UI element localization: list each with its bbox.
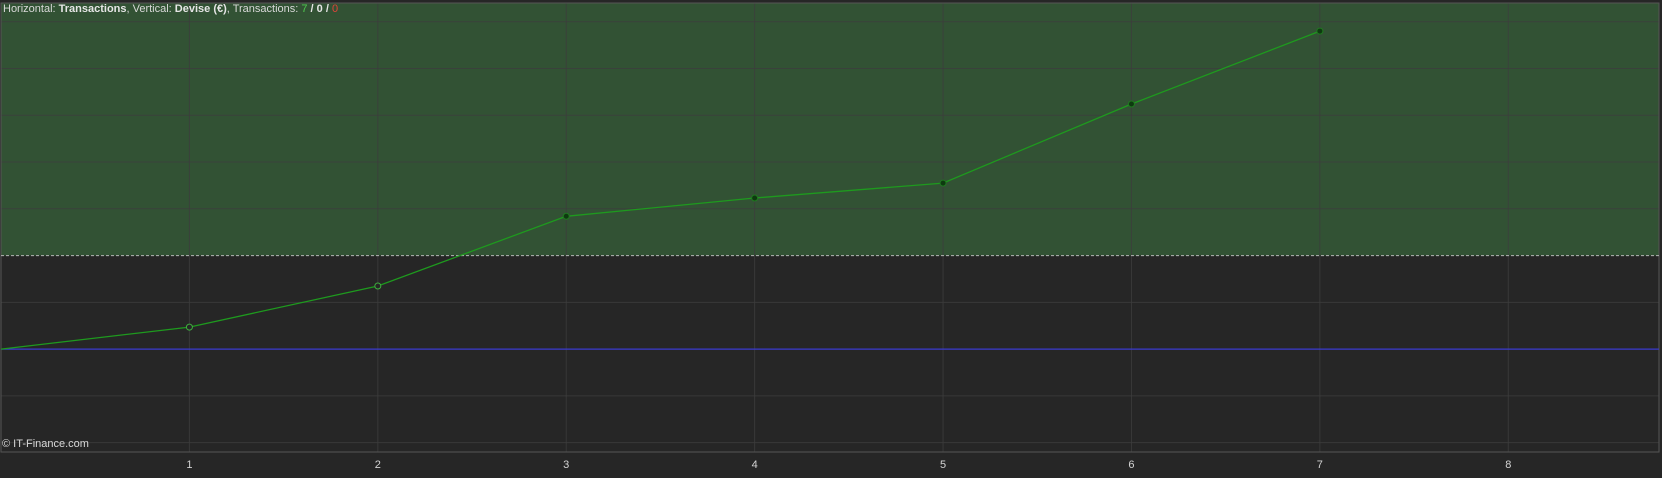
loss-count: 0: [331, 3, 339, 15]
data-point: [562, 212, 570, 220]
equity-chart: 1 2 3 4 5 6 7 8: [0, 2, 1660, 471]
horizontal-value: Transactions: [58, 3, 127, 15]
chart-header: Horizontal: Transactions, Vertical: Devi…: [3, 3, 338, 15]
x-tick-label: 6: [1128, 459, 1134, 471]
profit-zone: [1, 3, 1659, 256]
data-point: [751, 194, 759, 202]
x-tick-label: 2: [375, 459, 381, 471]
x-tick-label: 5: [940, 459, 946, 471]
data-point: [374, 282, 382, 290]
data-point: [1127, 100, 1135, 108]
count-separator: /: [322, 3, 332, 15]
data-point: [185, 323, 193, 331]
horizontal-label: Horizontal:: [3, 3, 59, 15]
data-point: [1316, 27, 1324, 35]
data-point: [939, 179, 947, 187]
transactions-label: , Transactions:: [226, 3, 302, 15]
x-tick-label: 8: [1505, 459, 1511, 471]
x-tick-label: 1: [186, 459, 192, 471]
x-tick-label: 3: [563, 459, 569, 471]
vertical-value: Devise (€): [174, 3, 227, 15]
x-tick-label: 4: [752, 459, 758, 471]
vertical-label: , Vertical:: [126, 3, 175, 15]
x-tick-label: 7: [1317, 459, 1323, 471]
copyright-watermark: © IT-Finance.com: [2, 438, 89, 450]
count-separator: /: [307, 3, 317, 15]
